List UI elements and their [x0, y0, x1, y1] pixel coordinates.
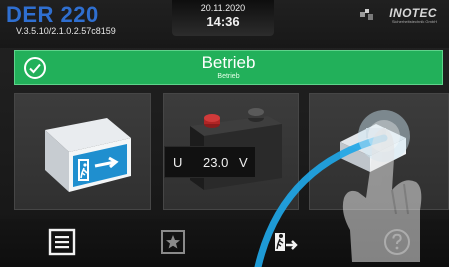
exit-sign-icon	[45, 118, 131, 192]
status-bar[interactable]: Betrieb Betrieb	[14, 50, 443, 85]
emergency-sign-icon	[275, 233, 298, 251]
star-icon	[161, 230, 185, 254]
favorites-button[interactable]	[158, 227, 188, 257]
menu-list-icon	[48, 228, 76, 256]
time-text: 14:36	[206, 14, 240, 29]
device-title: DER 220	[6, 2, 99, 27]
tile-luminaires[interactable]	[14, 93, 151, 210]
menu-button[interactable]	[47, 227, 77, 257]
brand-mark-icon	[360, 9, 373, 20]
voltage-label: U	[173, 155, 183, 170]
battery-voltage-display: U 23.0 V	[164, 146, 256, 178]
module-icon	[340, 124, 406, 172]
bottom-navigation	[0, 219, 449, 267]
help-button[interactable]	[382, 227, 412, 257]
voltage-value: 23.0	[203, 155, 229, 170]
datetime-panel: 20.11.2020 14:36	[172, 0, 274, 36]
firmware-version: V.3.5.10/2.1.0.2.57c8159	[16, 26, 116, 36]
help-icon	[384, 229, 410, 255]
emergency-sign-button[interactable]	[271, 227, 301, 257]
voltage-unit: V	[239, 155, 248, 170]
brand-name: INOTEC	[389, 6, 437, 20]
brand-logo: INOTEC Sicherheitstechnik GmbH	[359, 6, 437, 28]
device-screen: DER 220 V.3.5.10/2.1.0.2.57c8159 20.11.2…	[0, 0, 449, 267]
status-title: Betrieb	[201, 53, 256, 72]
status-subtitle: Betrieb	[217, 73, 240, 80]
date-text: 20.11.2020	[200, 3, 246, 13]
brand-subtitle: Sicherheitstechnik GmbH	[391, 19, 437, 24]
tile-module[interactable]	[309, 93, 449, 210]
header-bar: DER 220 V.3.5.10/2.1.0.2.57c8159 20.11.2…	[0, 0, 449, 48]
